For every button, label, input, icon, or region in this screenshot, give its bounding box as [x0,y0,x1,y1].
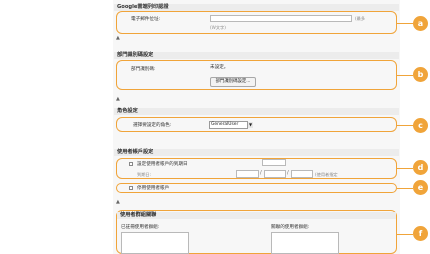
email-hint: (Ｗ文字) [210,25,226,30]
email-limit-note: (最多 [355,16,366,21]
expiry-date-hint: (使用者指定 [315,172,338,177]
account-settings-header: 使用者帳戶設定 [114,149,399,156]
disable-account-label: 停用使用者帳戶 [137,186,170,191]
chevron-down-icon[interactable]: ▼ [247,122,253,128]
role-select[interactable]: GeneralUser [209,121,248,129]
role-label: 選擇要設定的角色: [133,123,172,128]
callout-d-leader [397,168,413,169]
expiry-month-input[interactable] [264,170,286,178]
expiry-checkbox[interactable] [129,162,133,166]
callout-a-badge: a [413,16,428,31]
group-association-header: 使用者群組關聯 [117,212,396,219]
email-label: 電子郵件位址: [131,17,161,22]
dept-id-header: 部門識別碼設定 [114,52,399,59]
date-separator: / [260,170,262,176]
role-settings-header: 角色設定 [114,108,399,115]
section-marker: ▲ [116,96,120,102]
expiry-indicator-box [262,159,286,166]
dept-id-settings-button[interactable]: 部門識別碼設定... [210,77,256,87]
expiry-day-input[interactable] [291,170,313,178]
dept-id-status: 未設定。 [210,65,229,70]
section-marker: ▲ [116,35,120,41]
callout-d-badge: d [413,160,428,175]
email-input[interactable] [210,15,352,22]
callout-a-leader [397,23,413,24]
registered-groups-list[interactable] [121,232,189,254]
callout-f-badge: f [413,226,428,241]
registered-groups-label: 已註冊使用者群組: [121,225,160,230]
section-marker: ▲ [116,199,120,205]
callout-b-badge: b [413,67,428,82]
callout-c-badge: c [413,118,428,133]
google-auth-header: Google雲端列印認證 [114,4,399,11]
disable-account-checkbox[interactable] [129,186,133,190]
callout-e-badge: e [413,180,428,195]
callout-f-leader [397,234,413,235]
expiry-date-label: 到期日: [137,172,151,177]
expiry-year-input[interactable] [236,170,259,178]
callout-b-leader [397,75,413,76]
callout-c-leader [397,125,413,126]
callout-e-leader [397,188,413,189]
related-groups-list[interactable] [271,232,339,254]
expiry-checkbox-label: 設定使用者帳戶的到期日 [137,162,188,167]
dept-id-label: 部門識別碼: [131,67,156,72]
date-separator: / [287,170,289,176]
callout-b-box [116,60,397,90]
related-groups-label: 關聯的使用者群組: [271,225,310,230]
